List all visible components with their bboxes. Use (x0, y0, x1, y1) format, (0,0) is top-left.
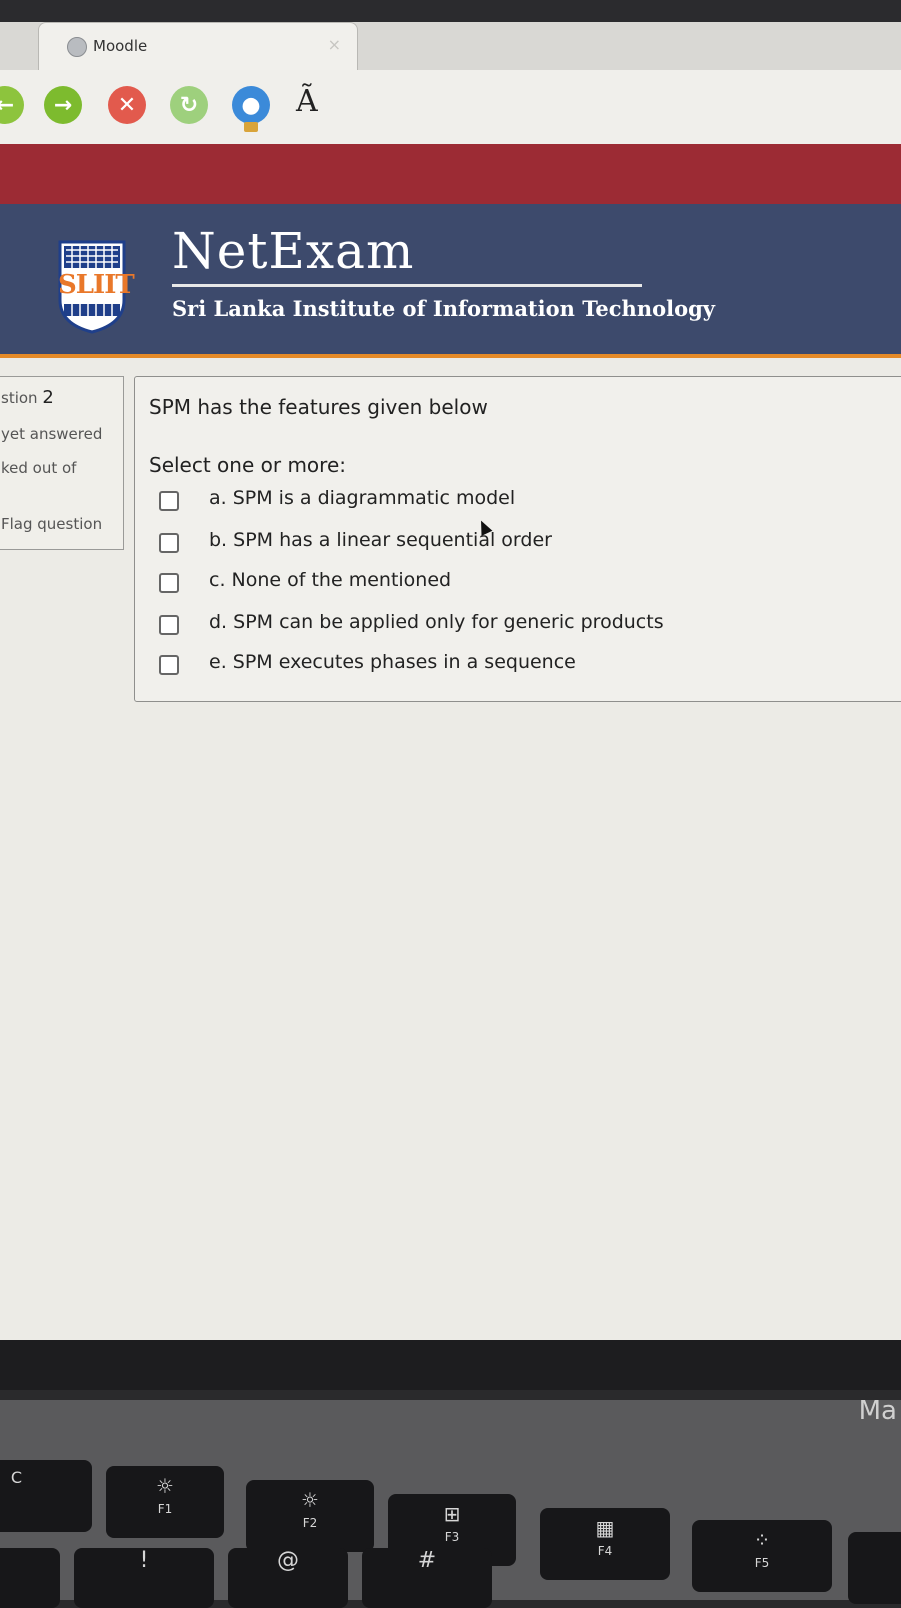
key-backtick[interactable] (0, 1548, 60, 1608)
brand-divider (172, 284, 642, 287)
globe-icon (67, 37, 87, 57)
sliit-logo: SLIIT (58, 240, 135, 334)
key-f1-label: F1 (157, 1502, 173, 1516)
option-b-label[interactable]: b. SPM has a linear sequential order (209, 529, 552, 551)
brightness-up-icon: ☼ (301, 1488, 319, 1512)
option-e-label[interactable]: e. SPM executes phases in a sequence (209, 651, 576, 673)
key-f4[interactable]: ▦ F4 (540, 1508, 670, 1580)
charset-button[interactable]: Ã (296, 84, 318, 119)
key-f3-label: F3 (444, 1530, 460, 1544)
key-f1[interactable]: ☼ F1 (106, 1466, 224, 1538)
question-number: stion 2 (1, 387, 54, 408)
key-f5[interactable]: ⁘ F5 (692, 1520, 832, 1592)
key-f2[interactable]: ☼ F2 (246, 1480, 374, 1552)
mission-control-icon: ⊞ (443, 1502, 461, 1526)
option-a-checkbox[interactable] (159, 491, 179, 511)
key-2-label: @ (277, 1548, 299, 1573)
question-number-value: 2 (42, 387, 54, 408)
option-e-checkbox[interactable] (159, 655, 179, 675)
tab-bar: Moodle × (0, 22, 901, 71)
key-1[interactable]: ! (74, 1548, 214, 1608)
option-a-label[interactable]: a. SPM is a diagrammatic model (209, 487, 515, 509)
home-globe-button[interactable]: ● (232, 86, 270, 132)
question-text: SPM has the features given below (149, 395, 488, 419)
screen: Moodle × ← → ✕ ↻ ● Ã SLIIT NetExam Sri L… (0, 0, 901, 1340)
browser-toolbar: ← → ✕ ↻ ● Ã (0, 70, 901, 144)
brand-title: NetExam (172, 222, 415, 280)
key-f6[interactable] (848, 1532, 901, 1604)
tab-title: Moodle (93, 37, 148, 55)
key-f4-label: F4 (597, 1544, 613, 1558)
option-b-checkbox[interactable] (159, 533, 179, 553)
tab-moodle[interactable]: Moodle × (38, 22, 358, 71)
key-2[interactable]: @ (228, 1548, 348, 1608)
question-state: yet answered (1, 425, 103, 443)
answer-prompt: Select one or more: (149, 453, 346, 477)
question-number-label: stion (1, 389, 38, 407)
laptop-brand: Ma (858, 1396, 897, 1426)
key-3-label: # (417, 1548, 437, 1573)
key-3[interactable]: # (362, 1548, 492, 1608)
logo-text: SLIIT (58, 270, 135, 300)
key-1-label: ! (139, 1548, 149, 1573)
flag-question-link[interactable]: Flag question (1, 515, 102, 533)
question-info-panel: stion 2 yet answered ked out of Flag que… (0, 376, 124, 550)
top-banner (0, 144, 901, 204)
key-f2-label: F2 (302, 1516, 318, 1530)
laptop-hinge (0, 1340, 901, 1390)
key-esc-label: C (10, 1468, 22, 1487)
reload-button[interactable]: ↻ (170, 86, 208, 124)
close-tab-icon[interactable]: × (328, 35, 341, 54)
option-c-checkbox[interactable] (159, 573, 179, 593)
launchpad-icon: ▦ (595, 1516, 615, 1540)
brightness-down-icon: ☼ (156, 1474, 174, 1498)
keyboard-backlight-icon: ⁘ (753, 1528, 771, 1552)
bezel-top (0, 0, 901, 22)
forward-button[interactable]: → (44, 86, 82, 124)
key-esc[interactable]: C (0, 1460, 92, 1532)
key-f5-label: F5 (754, 1556, 770, 1570)
option-d-label[interactable]: d. SPM can be applied only for generic p… (209, 611, 664, 633)
stop-button[interactable]: ✕ (108, 86, 146, 124)
option-c-label[interactable]: c. None of the mentioned (209, 569, 451, 591)
site-header: SLIIT NetExam Sri Lanka Institute of Inf… (0, 204, 901, 358)
back-button[interactable]: ← (0, 86, 24, 124)
question-marks: ked out of (1, 459, 77, 477)
institute-name: Sri Lanka Institute of Information Techn… (172, 296, 715, 321)
question-box: SPM has the features given below Select … (134, 376, 901, 702)
option-d-checkbox[interactable] (159, 615, 179, 635)
